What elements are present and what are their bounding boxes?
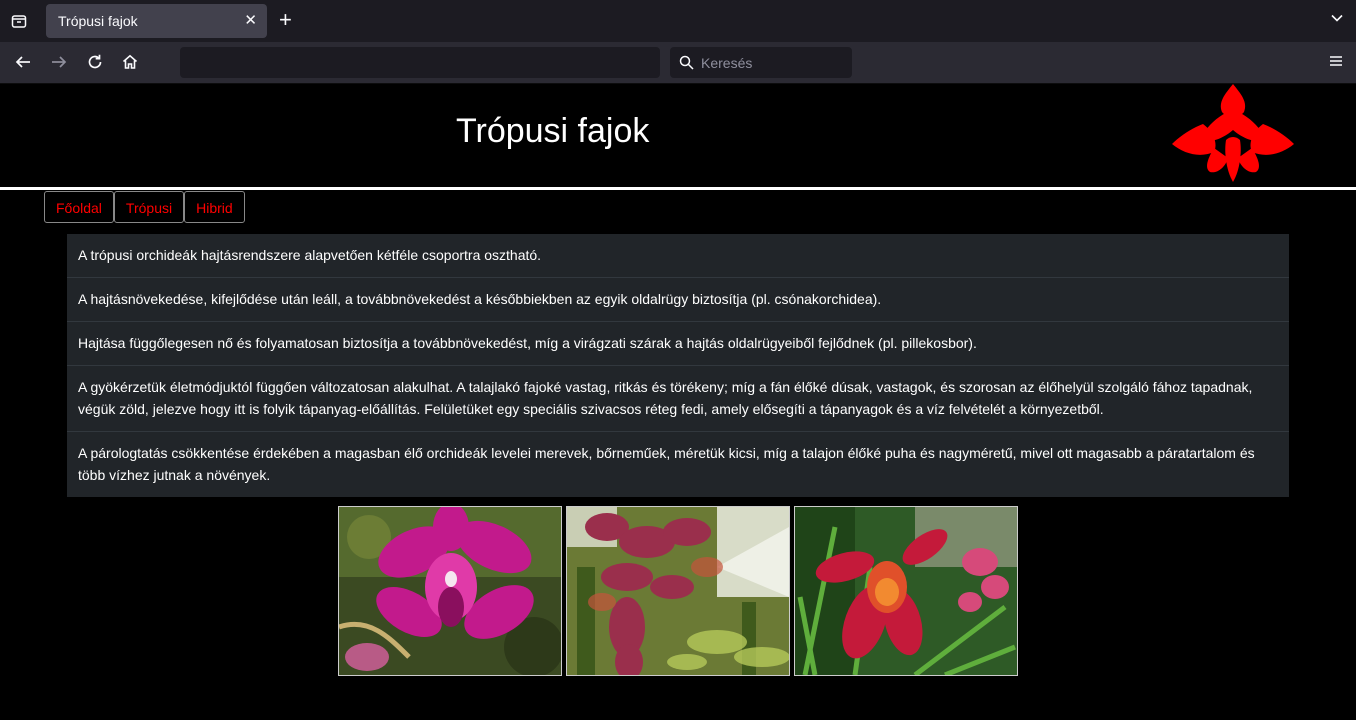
chevron-down-icon[interactable]: [1330, 11, 1344, 30]
orchid-photo-2: [566, 506, 790, 676]
nav-link-tropical[interactable]: Trópusi: [113, 191, 185, 223]
search-icon: [679, 55, 694, 75]
hamburger-menu-icon[interactable]: [1328, 54, 1344, 73]
divider: [0, 187, 1356, 190]
home-icon[interactable]: [118, 50, 142, 74]
new-tab-icon[interactable]: +: [279, 8, 292, 32]
page-content: Trópusi fajok Főoldal Trópusi Hibrid A t…: [0, 84, 1356, 720]
search-placeholder: Keresés: [701, 55, 753, 71]
page-title: Trópusi fajok: [456, 112, 650, 150]
list-item: A gyökérzetük életmódjuktól függően vált…: [67, 365, 1289, 431]
nav-link-hybrid[interactable]: Hibrid: [184, 191, 245, 223]
browser-tab[interactable]: Trópusi fajok ✕: [46, 4, 267, 38]
list-item: Hajtása függőlegesen nő és folyamatosan …: [67, 321, 1289, 365]
search-bar[interactable]: Keresés: [670, 47, 852, 78]
info-list: A trópusi orchideák hajtásrendszere alap…: [67, 234, 1289, 497]
orchid-logo-icon: [1172, 84, 1294, 182]
close-tab-icon[interactable]: ✕: [244, 11, 257, 29]
back-icon[interactable]: [11, 50, 35, 74]
nav-toolbar: Keresés: [0, 42, 1356, 84]
nav-link-home[interactable]: Főoldal: [44, 191, 114, 223]
list-item: A hajtásnövekedése, kifejlődése után leá…: [67, 277, 1289, 321]
list-item: A trópusi orchideák hajtásrendszere alap…: [78, 247, 542, 263]
tab-title: Trópusi fajok: [58, 13, 138, 29]
orchid-photo-3: [794, 506, 1018, 676]
site-nav: Főoldal Trópusi Hibrid: [44, 191, 245, 223]
reload-icon[interactable]: [83, 50, 107, 74]
forward-icon[interactable]: [47, 50, 71, 74]
tab-bar: Trópusi fajok ✕ +: [0, 0, 1356, 42]
orchid-photo-1: [338, 506, 562, 676]
url-bar[interactable]: [180, 47, 660, 78]
list-item: A párologtatás csökkentése érdekében a m…: [67, 431, 1289, 497]
tab-list-icon[interactable]: [8, 10, 30, 32]
image-gallery: [338, 506, 1022, 676]
